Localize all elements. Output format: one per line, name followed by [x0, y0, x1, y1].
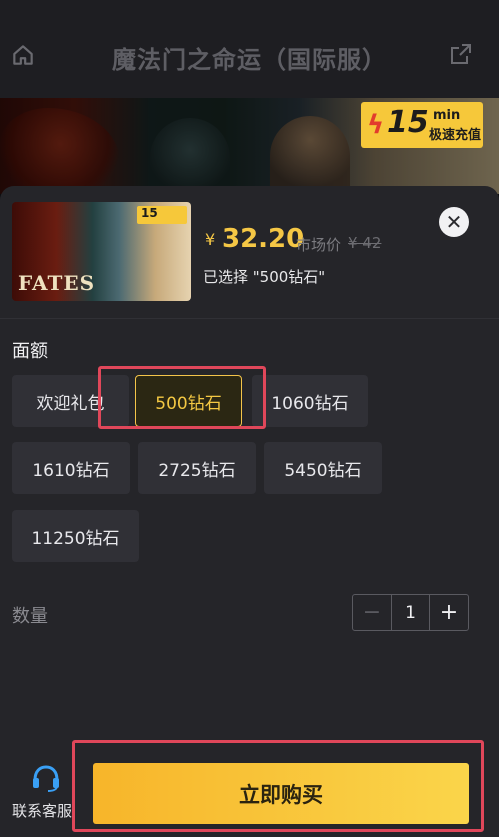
share-icon[interactable] [449, 42, 473, 66]
market-price-label: 市场价 [296, 236, 342, 254]
badge-unit: min [433, 108, 461, 123]
quantity-value[interactable]: 1 [391, 595, 430, 630]
quantity-label: 数量 [12, 606, 48, 627]
option-1610-diamonds[interactable]: 1610钻石 [12, 442, 130, 494]
product-thumbnail: 15 FATES [12, 202, 191, 301]
lightning-icon: ϟ [367, 110, 385, 140]
price-value: 32.20 [222, 224, 305, 254]
headset-icon[interactable] [30, 764, 62, 792]
decrement-button[interactable]: − [353, 595, 391, 630]
selected-item-text: 已选择 "500钻石" [203, 268, 326, 286]
option-welcome-pack[interactable]: 欢迎礼包 [12, 375, 129, 427]
divider [0, 318, 499, 319]
close-icon: ✕ [445, 210, 463, 234]
fast-topup-badge: ϟ 15 min 极速充值 [361, 102, 483, 148]
option-11250-diamonds[interactable]: 11250钻石 [12, 510, 139, 562]
thumbnail-logo: FATES [18, 271, 96, 295]
option-500-diamonds[interactable]: 500钻石 [135, 375, 242, 427]
currency-symbol: ¥ [205, 230, 216, 249]
option-1060-diamonds[interactable]: 1060钻石 [252, 375, 368, 427]
market-price-value: ¥ 42 [348, 234, 382, 252]
thumbnail-badge: 15 [137, 206, 187, 224]
close-button[interactable]: ✕ [439, 207, 469, 237]
option-2725-diamonds[interactable]: 2725钻石 [138, 442, 256, 494]
option-5450-diamonds[interactable]: 5450钻石 [264, 442, 382, 494]
denomination-label: 面额 [12, 341, 48, 362]
increment-button[interactable]: + [430, 595, 468, 630]
badge-text: 极速充值 [429, 128, 482, 143]
page-title: 魔法门之命运（国际服） [112, 46, 387, 74]
top-bar: 魔法门之命运（国际服） [0, 0, 499, 98]
quantity-stepper: − 1 + [352, 594, 469, 631]
badge-number: 15 [387, 105, 429, 140]
customer-service-link[interactable]: 联系客服 [12, 800, 72, 821]
buy-now-button[interactable]: 立即购买 [93, 763, 469, 824]
